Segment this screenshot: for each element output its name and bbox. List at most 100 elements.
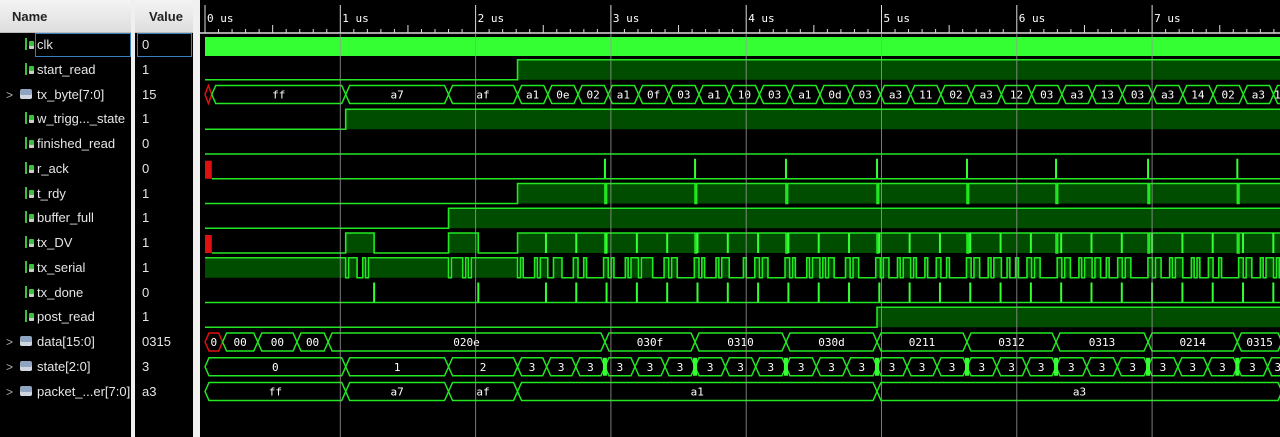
bit-signal-icon xyxy=(24,137,34,150)
signal-row-finished-read[interactable]: finished_read xyxy=(0,132,131,156)
bus-value-label: 030f xyxy=(637,336,664,349)
signal-row-post-read[interactable]: post_read xyxy=(0,305,131,329)
wave-post-read xyxy=(205,306,1280,329)
signal-row-data-15-0-[interactable]: > data[15:0] xyxy=(0,330,131,354)
bus-value-label: 3 xyxy=(949,361,956,374)
expand-chevron-icon[interactable]: > xyxy=(6,355,13,379)
signal-name: buffer_full xyxy=(37,210,94,226)
high-level-fill xyxy=(371,257,449,278)
bus-value-label: 0310 xyxy=(727,336,754,349)
high-level-fill xyxy=(877,307,1280,328)
signal-name: r_ack xyxy=(37,160,69,176)
wave-tx-byte-7-0-: ff a7 af a1 0e 02 a1 0f 03 a1 10 03 a1 0d 03 a3 11 02 a3 12… xyxy=(204,83,1280,106)
bus-value-label: 03 xyxy=(1040,89,1053,102)
high-level-fill xyxy=(1057,183,1149,204)
bit-signal-icon xyxy=(24,236,34,249)
bus-value-label: af xyxy=(476,386,489,399)
wave-w-trigg-state xyxy=(205,108,1280,131)
high-level-fill xyxy=(1149,233,1238,253)
bus-value-label: 03 xyxy=(677,89,690,102)
signal-value: 0315 xyxy=(142,334,171,349)
high-level-fill xyxy=(205,257,346,278)
unknown-value-marker xyxy=(205,160,212,179)
bus-signal-icon xyxy=(20,336,32,346)
bus-value-label: a1 xyxy=(617,89,630,102)
signal-row-state-2-0-[interactable]: > state[2:0] xyxy=(0,355,131,379)
signal-name: state[2:0] xyxy=(37,358,91,374)
glitch-marker xyxy=(783,357,788,376)
bus-value-label: 0e xyxy=(556,89,569,102)
bus-value-label: a3 xyxy=(1161,89,1174,102)
clock-waveform xyxy=(205,37,1280,56)
bit-signal-icon xyxy=(24,112,34,125)
bus-value-label: 00 xyxy=(234,336,247,349)
high-level-fill xyxy=(647,257,650,278)
wave-buffer-full xyxy=(205,207,1280,230)
bus-value-label: a3 xyxy=(1252,89,1265,102)
signal-name: tx_serial xyxy=(37,259,86,275)
signal-row-w-trigg-state[interactable]: w_trigg..._state xyxy=(0,107,131,131)
name-header[interactable]: Name xyxy=(0,0,131,33)
time-tick-label: 1 us xyxy=(342,12,369,25)
bit-signal-icon xyxy=(24,260,34,274)
bus-value-label: 02 xyxy=(587,89,600,102)
high-level-fill xyxy=(345,109,1280,130)
waveform-canvas[interactable]: 0 us 1 us 2 us 3 us 4 us 5 us 6 us 7 us ff a7 af a1… xyxy=(200,0,1280,437)
high-level-fill xyxy=(606,183,696,204)
high-level-fill xyxy=(345,233,375,253)
signal-row-packet-er-7-0-[interactable]: > packet_...er[7:0] xyxy=(0,380,131,404)
wave-t-rdy xyxy=(205,182,1280,205)
bus-value-label: 1 xyxy=(394,361,401,374)
bus-value-label: a3 xyxy=(889,89,902,102)
glitch-marker xyxy=(875,357,880,376)
bus-value-label: 3 xyxy=(558,361,565,374)
bit-signal-icon xyxy=(24,211,34,224)
signal-row-tx-serial[interactable]: tx_serial xyxy=(0,256,131,280)
signal-name: post_read xyxy=(37,309,95,325)
column-splitter[interactable] xyxy=(131,0,135,437)
value-header[interactable]: Value xyxy=(135,0,193,33)
time-tick-label: 7 us xyxy=(1154,12,1181,25)
signal-row-tx-byte-7-0-[interactable]: > tx_byte[7:0] xyxy=(0,83,131,107)
time-tick-label: 6 us xyxy=(1019,12,1046,25)
high-level-fill xyxy=(517,183,605,204)
bus-value-label: 13 xyxy=(1101,89,1114,102)
signal-value: 0 xyxy=(142,284,150,300)
bus-value-label: 0211 xyxy=(909,336,936,349)
expand-chevron-icon[interactable]: > xyxy=(6,380,13,404)
signal-name: tx_byte[7:0] xyxy=(37,86,105,102)
waveform-splitter[interactable] xyxy=(193,0,200,437)
bus-value-label: 3 xyxy=(1129,361,1136,374)
signal-name: t_rdy xyxy=(37,185,66,201)
signal-value: 1 xyxy=(142,185,150,201)
high-level-fill xyxy=(1238,183,1280,204)
wave-tx-serial xyxy=(205,256,1280,279)
glitch-marker xyxy=(965,357,970,376)
bus-value-label: 3 xyxy=(1160,361,1167,374)
signal-row-tx-dv[interactable]: tx_DV xyxy=(0,231,131,255)
signal-row-buffer-full[interactable]: buffer_full xyxy=(0,206,131,230)
signal-row-t-rdy[interactable]: t_rdy xyxy=(0,182,131,206)
name-header-label: Name xyxy=(12,9,48,24)
bus-value-label: 00 xyxy=(271,336,284,349)
bus-value-label: 3 xyxy=(1068,361,1075,374)
wave-data-15-0-: 0 00 00 00 020e 030f 0310 030d 0211 0312 0313 0214 0… xyxy=(204,332,1280,352)
bus-value-label: 3 xyxy=(617,361,624,374)
high-level-fill xyxy=(454,257,458,278)
expand-chevron-icon[interactable]: > xyxy=(6,330,13,354)
bus-value-label: af xyxy=(476,89,489,102)
value-header-label: Value xyxy=(149,9,183,24)
high-level-fill xyxy=(878,233,968,253)
bus-value-label: 00 xyxy=(306,336,319,349)
unknown-value-marker xyxy=(205,235,212,253)
signal-name: w_trigg..._state xyxy=(37,111,126,127)
signal-row-r-ack[interactable]: r_ack xyxy=(0,157,131,181)
expand-chevron-icon[interactable]: > xyxy=(6,83,13,107)
bus-value-label: a1 xyxy=(707,89,720,102)
signal-row-tx-done[interactable]: tx_done xyxy=(0,281,131,305)
bus-value-label: 3 xyxy=(587,361,594,374)
high-level-fill xyxy=(968,233,1057,253)
time-tick-label: 0 us xyxy=(207,12,234,25)
signal-row-start-read[interactable]: start_read xyxy=(0,58,131,82)
selection-outline xyxy=(35,33,131,57)
